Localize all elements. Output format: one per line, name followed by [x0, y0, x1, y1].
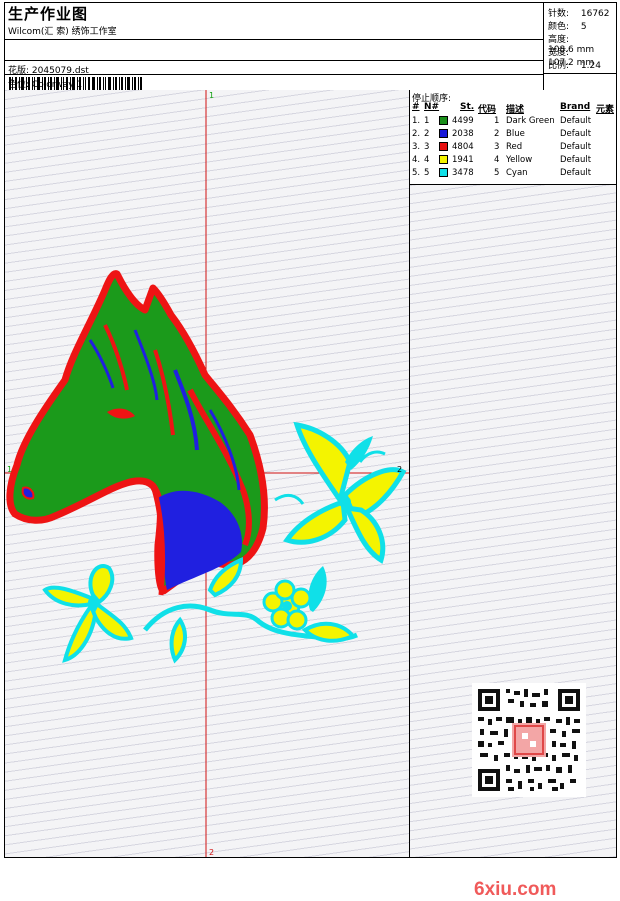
color-index: 5 — [494, 168, 500, 178]
design-row: 花版: 2045079.dst — [5, 61, 543, 76]
color-index: 3 — [494, 142, 500, 152]
color-index: 2 — [494, 129, 500, 139]
row-number: 3 — [424, 142, 430, 152]
color-index: 1 — [494, 116, 500, 126]
barcode-row — [5, 40, 543, 95]
color-desc: Blue — [506, 129, 525, 139]
col-hash: # — [412, 102, 420, 112]
col-element: 元素 — [596, 105, 615, 115]
company-name: Wilcom(汇 索) 绣饰工作室 — [8, 27, 117, 37]
stat-label: 高度: — [548, 35, 570, 45]
brand-name: Default — [560, 116, 592, 126]
color-swatch — [439, 142, 448, 151]
thread-code: 3478 — [452, 168, 474, 178]
thread-code: 2038 — [452, 129, 474, 139]
stop-sequence-panel: 停止顺序: # N# St. 代码 描述 Brand 元素 1. 1 4499 … — [410, 90, 616, 900]
title-row: 生产作业图 Wilcom(汇 索) 绣饰工作室 — [5, 3, 543, 40]
table-row: 4. 4 1941 4 Yellow Default — [410, 155, 616, 168]
colorway-value: Colorway 1 — [31, 80, 83, 90]
small-flower — [42, 564, 134, 663]
table-row: 2. 2 2038 2 Blue Default — [410, 129, 616, 142]
stat-label: 针数: — [548, 9, 570, 19]
stat-label: 颜色: — [548, 22, 570, 32]
brand-name: Default — [560, 129, 592, 139]
stat-label: 宽度: — [548, 48, 570, 58]
col-code: 代码 — [478, 105, 497, 115]
row-index: 5. — [412, 168, 421, 178]
stat-stitches: 针数: 16762 — [548, 6, 610, 19]
table-row: 5. 5 3478 5 Cyan Default — [410, 168, 616, 181]
table-row: 3. 3 4804 3 Red Default — [410, 142, 616, 155]
stat-value: 5 — [580, 22, 587, 32]
page-title: 生产作业图 — [8, 5, 89, 23]
row-index: 3. — [412, 142, 421, 152]
color-swatch — [439, 155, 448, 164]
stat-scale: 比例: 1.24 — [548, 58, 601, 71]
color-desc: Red — [506, 142, 523, 152]
header-left: 生产作业图 Wilcom(汇 索) 绣饰工作室 花版: 2045079.dst … — [5, 3, 543, 95]
color-desc: Cyan — [506, 168, 528, 178]
colorway-label: 色位: — [8, 80, 30, 90]
sequence-header-row: # N# St. 代码 描述 Brand 元素 — [410, 102, 616, 115]
stats-divider — [544, 73, 617, 74]
row-number: 5 — [424, 168, 430, 178]
color-swatch — [439, 129, 448, 138]
thread-code: 1941 — [452, 155, 474, 165]
qr-code — [472, 683, 586, 797]
row-index: 2. — [412, 129, 421, 139]
col-desc: 描述 — [506, 105, 525, 115]
row-number: 1 — [424, 116, 430, 126]
brand-name: Default — [560, 142, 592, 152]
stats-panel: 针数: 16762 颜色: 5 高度: 108.6 mm 宽度: 107.2 m… — [543, 3, 617, 90]
marker-top: 1 — [209, 91, 214, 100]
header: 生产作业图 Wilcom(汇 索) 绣饰工作室 花版: 2045079.dst … — [5, 3, 617, 95]
thread-code: 4499 — [452, 116, 474, 126]
table-row: 1. 1 4499 1 Dark Green Default — [410, 116, 616, 129]
watermark-text: 6xiu.com — [474, 879, 557, 900]
marker-left: 1 — [7, 465, 12, 474]
color-desc: Dark Green — [506, 116, 555, 126]
brand-name: Default — [560, 155, 592, 165]
color-index: 4 — [494, 155, 500, 165]
marker-right: 2 — [397, 465, 402, 474]
color-swatch — [439, 116, 448, 125]
production-sheet: 生产作业图 Wilcom(汇 索) 绣饰工作室 花版: 2045079.dst … — [4, 2, 617, 900]
design-canvas: 1 2 2 1 — [5, 90, 410, 857]
col-brand: Brand — [560, 102, 591, 112]
horse-head — [6, 270, 268, 596]
thread-code: 4804 — [452, 142, 474, 152]
notes-area: 6xiu.com — [410, 185, 616, 900]
row-number: 2 — [424, 129, 430, 139]
row-index: 4. — [412, 155, 421, 165]
large-flower — [274, 421, 407, 564]
stat-colors: 颜色: 5 — [548, 19, 587, 32]
stat-value: 1.24 — [580, 61, 601, 71]
row-number: 4 — [424, 155, 430, 165]
brand-name: Default — [560, 168, 592, 178]
col-number: N# — [424, 102, 440, 112]
row-index: 1. — [412, 116, 421, 126]
col-st: St. — [460, 102, 475, 112]
marker-bottom: 2 — [209, 848, 214, 857]
color-swatch — [439, 168, 448, 177]
colorway-row: 色位: Colorway 1 — [5, 75, 543, 90]
embroidery-artwork: 1 2 2 1 — [5, 90, 409, 857]
stat-value: 16762 — [580, 9, 610, 19]
sequence-table: # N# St. 代码 描述 Brand 元素 1. 1 4499 1 Dark… — [410, 102, 616, 185]
color-desc: Yellow — [506, 155, 533, 165]
stat-label: 比例: — [548, 61, 570, 71]
